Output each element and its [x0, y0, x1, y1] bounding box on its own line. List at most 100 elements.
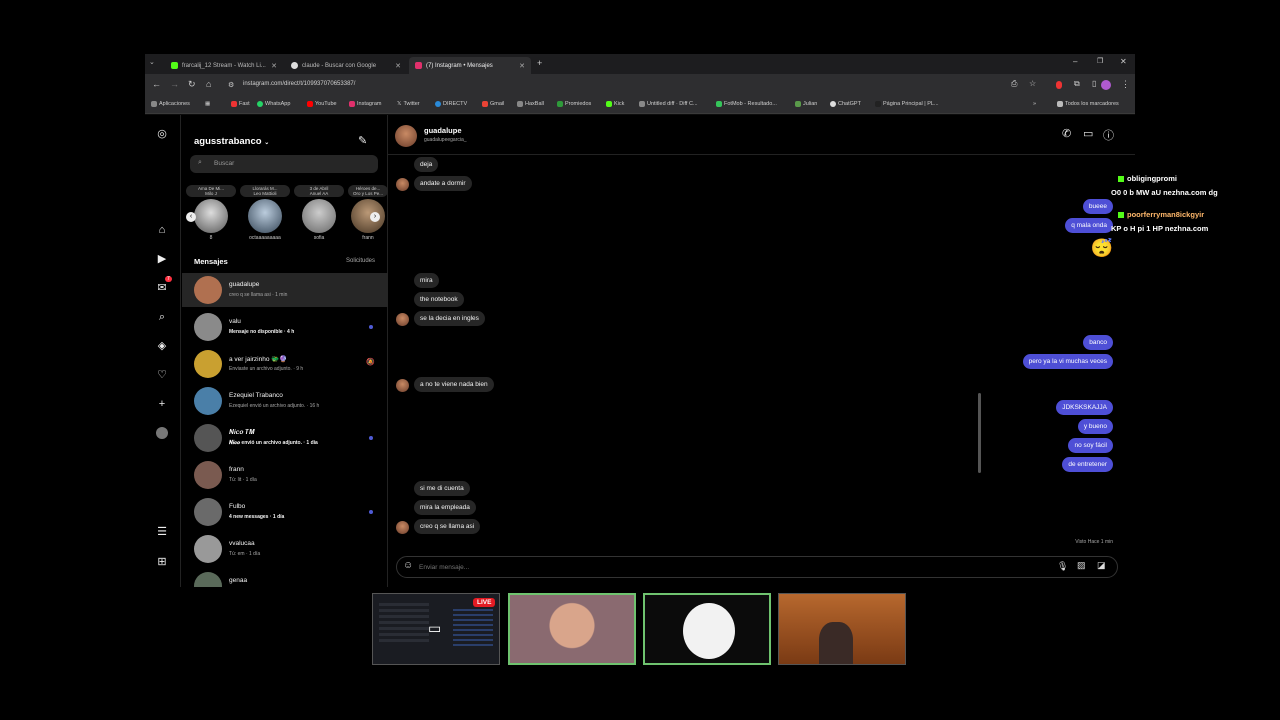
- sent-message[interactable]: JDKSKSKAJJA: [1056, 400, 1113, 415]
- bookmark-promiedos[interactable]: Promiedos: [557, 101, 591, 107]
- bookmark-chatgpt[interactable]: ChatGPT: [830, 101, 861, 107]
- chat-avatar[interactable]: [395, 125, 417, 147]
- close-tab-icon[interactable]: ✕: [271, 62, 277, 70]
- stories-next-icon[interactable]: ›: [370, 212, 380, 222]
- sender-avatar[interactable]: [396, 178, 409, 191]
- received-message[interactable]: deja: [414, 157, 439, 172]
- menu-kebab-icon[interactable]: ⋮: [1121, 79, 1130, 90]
- bookmark-haxball[interactable]: HaxBall: [517, 101, 544, 107]
- received-message[interactable]: mira: [414, 273, 439, 288]
- conversation-item[interactable]: Ezequiel Trabanco Ezequiel envió un archi…: [182, 384, 388, 418]
- profile-avatar-icon[interactable]: [156, 427, 168, 439]
- reload-icon[interactable]: ↻: [188, 79, 196, 90]
- message-input[interactable]: [419, 561, 1019, 574]
- url-field[interactable]: instagram.com/direct/t/109937070653387/: [243, 81, 355, 87]
- sender-avatar[interactable]: [396, 521, 409, 534]
- bookmark-whatsapp[interactable]: WhatsApp: [257, 101, 290, 107]
- install-icon[interactable]: ⎙: [1011, 79, 1017, 89]
- create-icon[interactable]: +: [155, 397, 169, 411]
- conversation-item[interactable]: vvalucaa Tú: em · 1 día: [182, 532, 388, 566]
- sticker-icon[interactable]: ◪: [1097, 560, 1106, 571]
- video-call-icon[interactable]: ▭: [1083, 127, 1093, 140]
- bookmark-kick[interactable]: Kick: [606, 101, 624, 107]
- bookmark-pagina-principal[interactable]: Página Principal | PL...: [875, 101, 939, 107]
- new-tab-icon[interactable]: +: [537, 58, 542, 68]
- reels-icon[interactable]: ▶: [155, 252, 169, 266]
- sent-message[interactable]: y bueno: [1077, 419, 1113, 434]
- search-input[interactable]: Buscar: [190, 155, 378, 173]
- conversation-item[interactable]: 𝑵𝒊𝒄𝒐 𝑻𝑴 𝑵𝒊𝒄𝒐 envió un archivo adjunto. · …: [182, 421, 388, 455]
- microphone-icon[interactable]: 🎙: [1057, 561, 1068, 572]
- image-icon[interactable]: ▨: [1077, 560, 1086, 571]
- tab-search-icon[interactable]: ⌄: [149, 58, 155, 66]
- bookmark-fast[interactable]: Fast: [231, 101, 250, 107]
- conversation-item[interactable]: guadalupe creo q se llama asi · 1 min: [182, 273, 388, 307]
- sent-message[interactable]: pero ya la vi muchas veces: [1022, 354, 1113, 369]
- restore-icon[interactable]: ❐: [1097, 57, 1103, 65]
- profile-avatar-icon[interactable]: [1101, 80, 1111, 90]
- instagram-logo-icon[interactable]: ◎: [155, 127, 169, 141]
- sent-message[interactable]: banco: [1083, 335, 1113, 350]
- received-message[interactable]: a no te viene nada bien: [414, 377, 494, 392]
- bookmark-star-icon[interactable]: ☆: [1029, 79, 1036, 88]
- conversation-item[interactable]: valu Mensaje no disponible · 4 h: [182, 310, 388, 344]
- sent-message[interactable]: de entretener: [1062, 457, 1113, 472]
- emoji-icon[interactable]: ☺: [403, 560, 413, 571]
- requests-link[interactable]: Solicitudes: [346, 258, 375, 264]
- bookmark-julian[interactable]: Julian: [795, 101, 817, 107]
- received-message[interactable]: andate a dormir: [414, 176, 472, 191]
- tab-google[interactable]: claude - Buscar con Google ✕: [285, 57, 407, 74]
- received-message[interactable]: se la decia en ingles: [414, 311, 485, 326]
- story-item[interactable]: Héroes de... Oro y Los Pe... frann: [348, 185, 388, 245]
- account-username[interactable]: agusstrabanco ⌄: [194, 136, 269, 147]
- back-icon[interactable]: ←: [152, 79, 161, 89]
- bookmark-all[interactable]: Todos los marcadores: [1057, 101, 1119, 107]
- bookmark-apps[interactable]: Aplicaciones: [151, 101, 190, 107]
- sender-avatar[interactable]: [396, 379, 409, 392]
- home-icon[interactable]: ⌂: [155, 223, 169, 237]
- sent-message[interactable]: no soy fácil: [1068, 438, 1113, 453]
- conversation-item[interactable]: a ver jairzinho 🐲🔮 Enviaste un archivo ad…: [182, 347, 388, 381]
- extensions-icon[interactable]: ⧉: [1074, 79, 1080, 89]
- conversation-item[interactable]: genaa: [182, 569, 388, 587]
- bookmark-fotmob[interactable]: FotMob - Resultado...: [716, 101, 777, 107]
- info-icon[interactable]: ⓘ: [1103, 127, 1114, 143]
- sender-avatar[interactable]: [396, 313, 409, 326]
- tab-kick[interactable]: frarcalij_12 Stream - Watch Li... ✕: [165, 57, 283, 74]
- received-message[interactable]: the notebook: [414, 292, 464, 307]
- chat-contact-name[interactable]: guadalupe: [424, 126, 462, 135]
- extension-icon[interactable]: [1056, 81, 1062, 89]
- close-window-icon[interactable]: ✕: [1120, 57, 1127, 66]
- story-item[interactable]: Llorarás M... Leo Mattioli octaaaaaaaaa: [240, 185, 290, 245]
- site-info-icon[interactable]: ⚙: [228, 81, 234, 89]
- menu-icon[interactable]: ☰: [155, 525, 169, 539]
- bookmark-instagram[interactable]: Instagram: [349, 101, 381, 107]
- bookmark-grid-icon[interactable]: ▦: [205, 101, 210, 107]
- scrollbar-thumb[interactable]: [978, 393, 981, 473]
- bookmark-directv[interactable]: DIRECTV: [435, 101, 467, 107]
- bookmark-diff[interactable]: Untitled diff · Diff C...: [639, 101, 698, 107]
- compose-icon[interactable]: ✎: [358, 134, 367, 147]
- bookmark-twitter[interactable]: 𝕏 Twitter: [397, 101, 420, 107]
- bookmark-gmail[interactable]: Gmail: [482, 101, 504, 107]
- bookmark-youtube[interactable]: YouTube: [307, 101, 337, 107]
- received-message[interactable]: mira la empleada: [414, 500, 476, 515]
- conversation-item[interactable]: Fulbo 4 new messages · 1 día: [182, 495, 388, 529]
- bookmarks-overflow-icon[interactable]: »: [1033, 101, 1036, 107]
- threads-icon[interactable]: ⊞: [155, 555, 169, 569]
- received-message[interactable]: creo q se llama asi: [414, 519, 481, 534]
- minimize-icon[interactable]: –: [1073, 57, 1077, 66]
- search-icon[interactable]: ⌕: [155, 310, 169, 324]
- story-item[interactable]: 3 de Abril Anuel AA sofia: [294, 185, 344, 245]
- close-tab-icon[interactable]: ✕: [395, 62, 401, 70]
- heart-icon[interactable]: ♡: [155, 368, 169, 382]
- forward-icon[interactable]: →: [170, 79, 179, 89]
- chat-scrollbar[interactable]: [977, 103, 982, 483]
- stories-prev-icon[interactable]: ‹: [186, 212, 196, 222]
- sent-message[interactable]: q mala onda: [1065, 218, 1113, 233]
- phone-call-icon[interactable]: ✆: [1062, 127, 1071, 140]
- side-panel-icon[interactable]: ▯: [1092, 79, 1096, 88]
- tab-instagram[interactable]: (7) Instagram • Mensajes ✕: [409, 57, 531, 74]
- home-icon[interactable]: ⌂: [206, 79, 211, 89]
- messages-icon[interactable]: ✉: [155, 281, 169, 295]
